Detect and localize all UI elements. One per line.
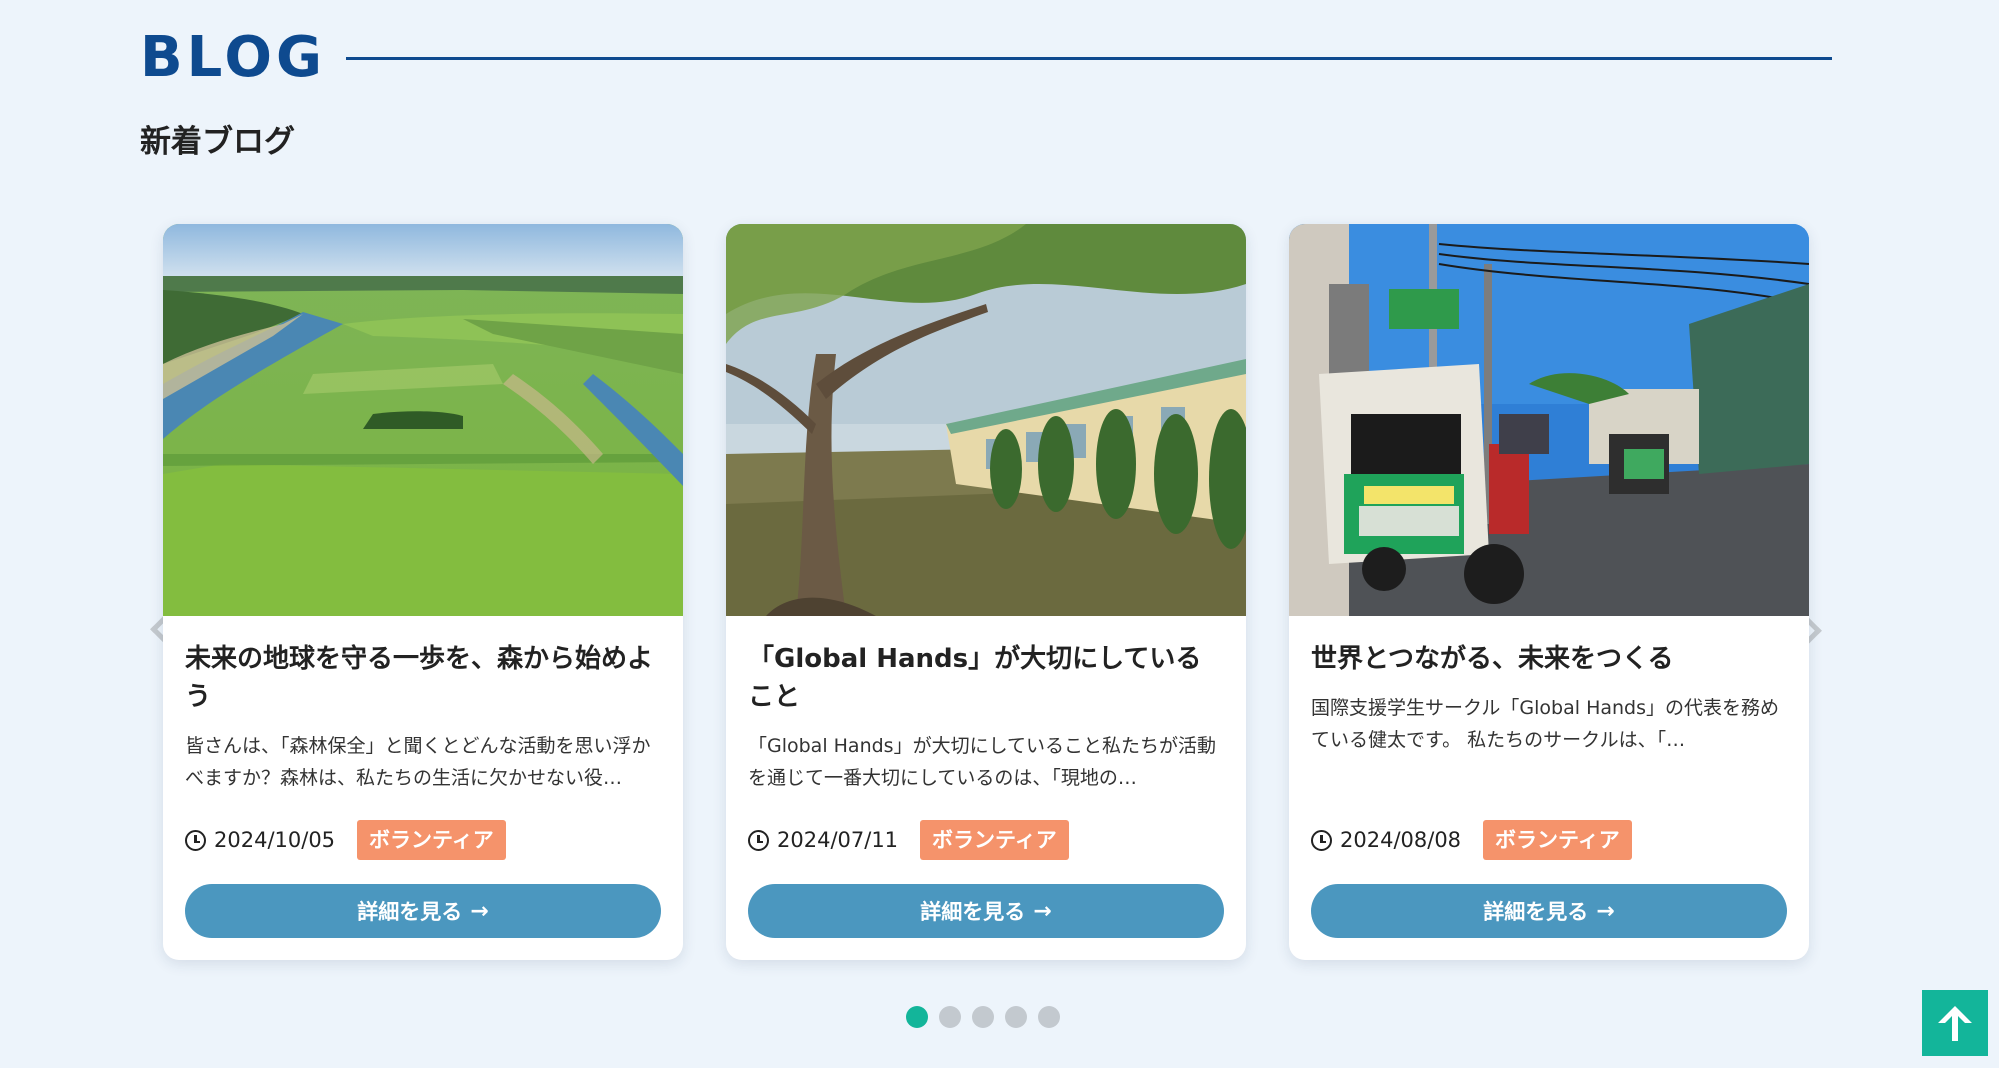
details-button[interactable]: 詳細を見る → [185,884,661,938]
arrow-up-icon [1938,1006,1972,1041]
section-divider [345,56,1832,60]
carousel-dot-4[interactable] [1005,1006,1027,1028]
blog-section: BLOG 新着ブログ 未来の地球を守る一歩を、森から始めよう 皆さんは、「森林保… [0,0,1999,1068]
card-excerpt: 「Global Hands」が大切にしていること私たちが活動を通じて一番大切にし… [748,735,1217,789]
arrow-right-icon: → [1033,898,1052,924]
details-button-label: 詳細を見る [1483,900,1589,924]
blog-card: 未来の地球を守る一歩を、森から始めよう 皆さんは、「森林保全」と聞くとどんな活動… [163,224,683,960]
carousel-dot-3[interactable] [972,1006,994,1028]
clock-icon [1311,829,1332,851]
back-to-top-button[interactable] [1922,990,1988,1056]
details-button-label: 詳細を見る [357,900,463,924]
carousel-dot-1[interactable] [906,1006,928,1028]
card-meta: 2024/08/08 ボランティア [1311,820,1632,860]
carousel-dot-2[interactable] [939,1006,961,1028]
card-excerpt: 国際支援学生サークル「Global Hands」の代表を務めている健太です。 私… [1311,697,1780,751]
details-button[interactable]: 詳細を見る → [748,884,1224,938]
section-title: BLOG [140,25,326,90]
card-tag[interactable]: ボランティア [357,820,506,860]
card-tag[interactable]: ボランティア [920,820,1069,860]
card-date: 2024/10/05 [214,828,336,852]
card-excerpt: 皆さんは、「森林保全」と聞くとどんな活動を思い浮かべますか？森林は、私たちの生活… [185,735,651,789]
card-meta: 2024/10/05 ボランティア [185,820,506,860]
card-date: 2024/07/11 [777,828,899,852]
card-image-tree-building[interactable] [726,224,1246,616]
card-title[interactable]: 「Global Hands」が大切にしていること [748,640,1224,716]
arrow-right-icon: → [470,898,489,924]
arrow-right-icon: → [1596,898,1615,924]
card-title[interactable]: 未来の地球を守る一歩を、森から始めよう [185,640,661,716]
card-body: 未来の地球を守る一歩を、森から始めよう 皆さんは、「森林保全」と聞くとどんな活動… [185,616,661,794]
card-title[interactable]: 世界とつながる、未来をつくる [1311,640,1787,678]
card-image-farmland[interactable] [163,224,683,616]
card-tag[interactable]: ボランティア [1483,820,1632,860]
details-button-label: 詳細を見る [920,900,1026,924]
card-body: 「Global Hands」が大切にしていること 「Global Hands」が… [748,616,1224,794]
card-date: 2024/08/08 [1340,828,1462,852]
clock-icon [185,829,206,851]
section-header: BLOG [140,26,1832,90]
card-body: 世界とつながる、未来をつくる 国際支援学生サークル「Global Hands」の… [1311,616,1787,756]
carousel-dot-5[interactable] [1038,1006,1060,1028]
clock-icon [748,829,769,851]
blog-card: 世界とつながる、未来をつくる 国際支援学生サークル「Global Hands」の… [1289,224,1809,960]
details-button[interactable]: 詳細を見る → [1311,884,1787,938]
card-image-street-tricycle[interactable] [1289,224,1809,616]
card-meta: 2024/07/11 ボランティア [748,820,1069,860]
carousel-pagination [906,1006,1071,1028]
section-subtitle: 新着ブログ [140,124,295,160]
blog-card: 「Global Hands」が大切にしていること 「Global Hands」が… [726,224,1246,960]
